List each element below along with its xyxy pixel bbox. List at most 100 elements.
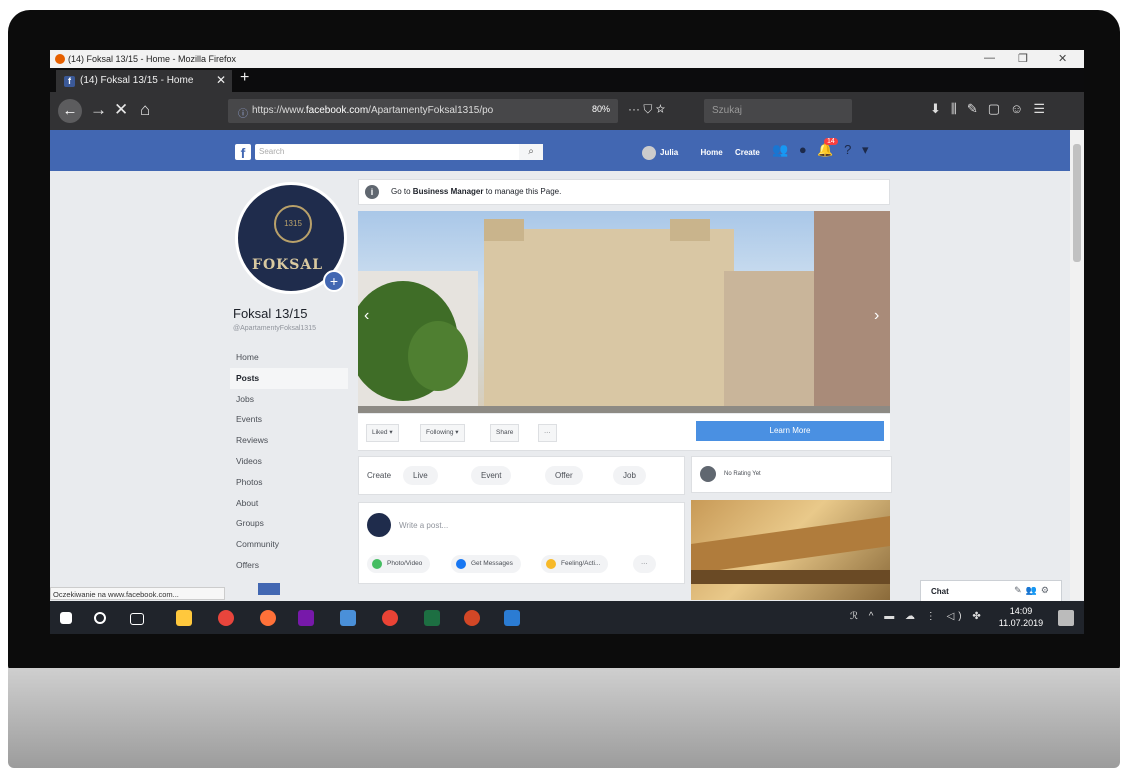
liked-button[interactable]: Liked ▾ <box>366 424 399 442</box>
home-link[interactable]: Home <box>700 148 722 157</box>
clock[interactable]: 14:09 11.07.2019 <box>996 605 1046 629</box>
nav-events[interactable]: Events <box>230 409 348 430</box>
new-tab-icon[interactable]: + <box>240 69 249 87</box>
cover-prev-icon[interactable]: ‹ <box>364 307 369 325</box>
cover-next-icon[interactable]: › <box>874 307 879 325</box>
url-bar[interactable]: ⓘ https://www.facebook.com/ApartamentyFo… <box>228 99 618 123</box>
create-box: Create Live Event Offer Job <box>358 456 685 495</box>
toolbar-icons[interactable]: ⬇⫼✎▢☺☰ <box>930 101 1055 117</box>
action-center-icon[interactable] <box>1058 610 1074 626</box>
messenger-icon[interactable]: ● <box>799 142 807 157</box>
nav-home[interactable]: Home <box>230 347 348 368</box>
learn-more-button[interactable]: Learn More <box>696 421 884 441</box>
nav-about[interactable]: About <box>230 493 348 514</box>
business-manager-notice: i Go to Business Manager to manage this … <box>358 179 890 205</box>
app-icon[interactable] <box>504 610 520 626</box>
nav-community[interactable]: Community <box>230 534 348 555</box>
page-handle[interactable]: @ApartamentyFoksal1315 <box>233 325 316 332</box>
get-messages-button[interactable]: Get Messages <box>451 555 521 573</box>
close-window-icon[interactable]: ✕ <box>1058 52 1067 65</box>
write-post-input[interactable]: Write a post... <box>399 521 448 530</box>
windows-start-icon[interactable] <box>60 612 72 624</box>
facebook-top-bar: f Search ⌕ Julia Home Create 👥 ● 🔔 ? ▾ 1… <box>50 130 1070 171</box>
composer-more-button[interactable]: ··· <box>633 555 656 573</box>
nav-videos[interactable]: Videos <box>230 451 348 472</box>
friend-requests-icon[interactable]: 👥 <box>772 142 788 157</box>
powerpoint-icon[interactable] <box>464 610 480 626</box>
rating-box[interactable]: No Rating Yet <box>691 456 892 493</box>
restore-icon[interactable]: ❐ <box>1018 52 1028 65</box>
page-photo[interactable] <box>691 500 890 600</box>
offer-button[interactable]: Offer <box>545 466 583 485</box>
search-icon[interactable] <box>94 612 106 624</box>
chrome-icon[interactable] <box>218 610 234 626</box>
zoom-level[interactable]: 80% <box>592 104 610 114</box>
search-icon[interactable]: ⌕ <box>519 144 543 160</box>
close-tab-icon[interactable]: ✕ <box>216 73 226 87</box>
share-button[interactable]: Share <box>490 424 520 442</box>
business-manager-link[interactable]: Business Manager <box>413 187 484 196</box>
live-button[interactable]: Live <box>403 466 438 485</box>
file-explorer-icon[interactable] <box>176 610 192 626</box>
create-label: Create <box>367 471 392 480</box>
page-actions-icon[interactable]: ··· ⛉ ☆ <box>628 102 665 117</box>
info-icon: i <box>365 185 379 199</box>
chat-options-icon[interactable]: ✎👥⚙ <box>1014 585 1053 596</box>
browser-tab[interactable]: f (14) Foksal 13/15 - Home ✕ <box>56 70 232 92</box>
crest-logo: 1315 <box>274 205 312 243</box>
scrollbar-thumb[interactable] <box>1073 144 1081 262</box>
window-titlebar: (14) Foksal 13/15 - Home - Mozilla Firef… <box>50 50 1084 68</box>
cover-photo[interactable]: ‹ › <box>358 211 890 413</box>
photo-video-button[interactable]: Photo/Video <box>367 555 431 573</box>
monitor-chin <box>8 668 1120 768</box>
excel-icon[interactable] <box>424 610 440 626</box>
facebook-logo-icon[interactable]: f <box>235 144 251 161</box>
scrollbar[interactable] <box>1070 130 1084 600</box>
home-icon[interactable]: ⌂ <box>140 100 150 120</box>
post-composer: Write a post... Photo/Video Get Messages… <box>358 502 685 584</box>
create-link[interactable]: Create <box>735 148 760 157</box>
facebook-icons: 👥 ● 🔔 ? ▾ <box>772 142 876 158</box>
event-button[interactable]: Event <box>471 466 512 485</box>
page-left-nav: Home Posts Jobs Events Reviews Videos Ph… <box>230 347 348 576</box>
browser-search-field[interactable]: Szukaj <box>704 99 852 123</box>
more-actions-button[interactable]: ··· <box>538 424 557 442</box>
add-photo-icon[interactable]: + <box>323 270 345 292</box>
system-tray-icons[interactable]: ℛ ^ ▬ ☁ ⋮ ◁) ✤ <box>850 611 985 622</box>
nav-photos[interactable]: Photos <box>230 472 348 493</box>
back-icon[interactable]: ← <box>58 99 82 123</box>
task-view-icon[interactable] <box>130 613 144 625</box>
firefox-icon[interactable] <box>260 610 276 626</box>
nav-reviews[interactable]: Reviews <box>230 430 348 451</box>
avatar <box>367 513 391 537</box>
building-main <box>484 229 734 413</box>
nav-posts[interactable]: Posts <box>230 367 348 389</box>
photos-icon[interactable] <box>382 610 398 626</box>
status-bar: Oczekiwanie na www.facebook.com... <box>50 587 225 600</box>
account-menu-icon[interactable]: ▾ <box>862 142 869 157</box>
window-title: (14) Foksal 13/15 - Home - Mozilla Firef… <box>68 54 237 64</box>
tab-label: (14) Foksal 13/15 - Home <box>80 75 194 86</box>
nav-groups[interactable]: Groups <box>230 513 348 534</box>
onenote-icon[interactable] <box>298 610 314 626</box>
minimize-icon[interactable]: — <box>984 52 995 64</box>
chat-label: Chat <box>931 587 949 596</box>
following-button[interactable]: Following ▾ <box>420 424 465 442</box>
facebook-search-input[interactable]: Search ⌕ <box>255 144 543 160</box>
forward-icon[interactable]: → <box>90 100 107 120</box>
nav-jobs[interactable]: Jobs <box>230 389 348 410</box>
building-right <box>724 271 814 413</box>
promote-button[interactable] <box>258 583 280 595</box>
screen: (14) Foksal 13/15 - Home - Mozilla Firef… <box>50 50 1084 634</box>
nav-offers[interactable]: Offers <box>230 555 348 576</box>
job-button[interactable]: Job <box>613 466 646 485</box>
user-profile-link[interactable]: Julia <box>642 146 688 160</box>
lock-icon: ⓘ <box>238 109 248 120</box>
stop-icon[interactable]: ✕ <box>114 100 128 120</box>
page-actions-bar: Liked ▾ Following ▾ Share ··· Learn More <box>358 414 890 451</box>
feeling-activity-button[interactable]: Feeling/Acti... <box>541 555 609 573</box>
help-icon[interactable]: ? <box>844 142 851 157</box>
page-name[interactable]: Foksal 13/15 <box>233 306 307 321</box>
facebook-nav: Julia Home Create <box>642 146 770 160</box>
app-icon[interactable] <box>340 610 356 626</box>
